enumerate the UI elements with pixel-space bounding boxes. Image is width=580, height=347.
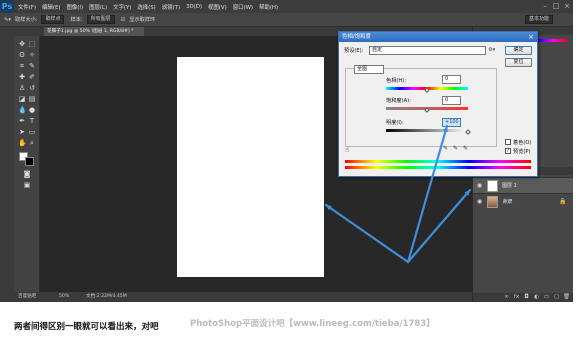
- annotation-arrows: [324, 124, 472, 264]
- watermark-text: PhotoShop平面设计吧【www.lineeg.com/tieba/1783…: [190, 319, 435, 329]
- photoshop-window: Ps 文件(F) 编辑(E) 图像(I) 图层(L) 文字(Y) 选择(S) 滤…: [0, 0, 573, 302]
- annotation-arrow-line: [406, 124, 449, 264]
- annotation-arrow-line: [324, 203, 410, 264]
- caption-text: 两者间得区别一眼就可以看出来，对吧: [14, 322, 159, 332]
